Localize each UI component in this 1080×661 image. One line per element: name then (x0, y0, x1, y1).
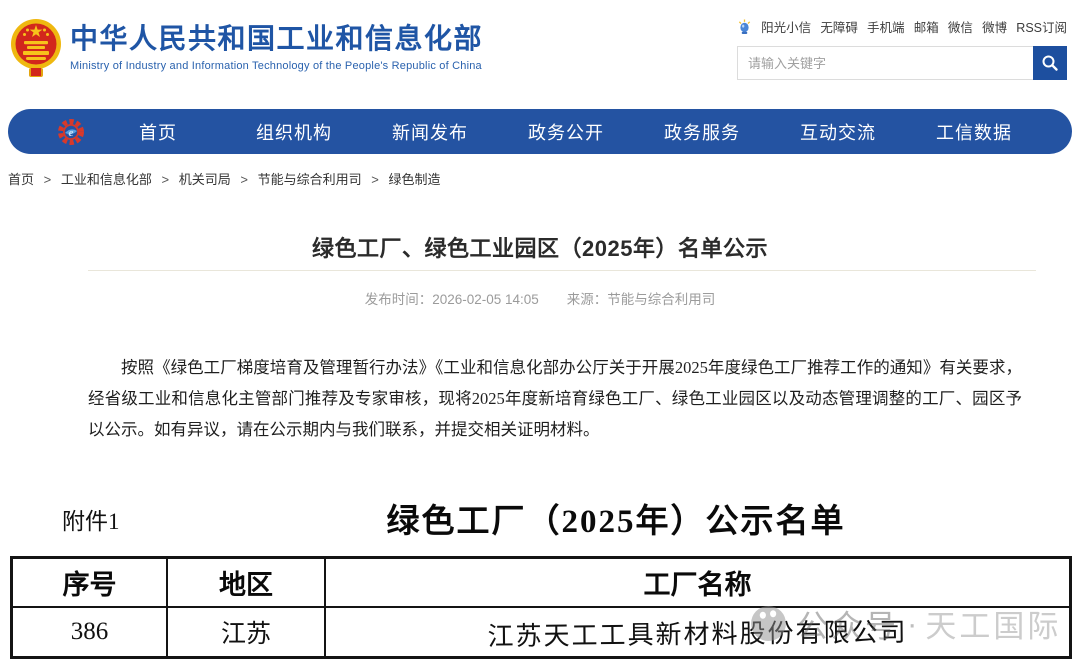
crumb-separator: > (162, 172, 170, 187)
svg-text:e: e (69, 127, 74, 139)
link-sunshine[interactable]: 阳光小信 (761, 17, 811, 36)
national-emblem-logo (10, 17, 62, 79)
green-factory-table: 序号 地区 工厂名称 386 江苏 江苏天工工具新材料股份有限公司 (10, 556, 1072, 659)
title-divider (88, 270, 1036, 271)
table-cell-number: 386 (13, 608, 168, 656)
col-header-region: 地区 (168, 559, 326, 608)
nav-home[interactable]: 首页 (90, 119, 226, 145)
utility-links: 阳光小信 无障碍 手机端 邮箱 微信 微博 RSS订阅 (737, 17, 1067, 36)
search-box (737, 46, 1067, 80)
source-value: 节能与综合利用司 (607, 292, 715, 307)
nav-organization[interactable]: 组织机构 (226, 119, 362, 145)
nav-gov-services[interactable]: 政务服务 (634, 119, 770, 145)
nav-news[interactable]: 新闻发布 (362, 119, 498, 145)
main-nav: e 首页 组织机构 新闻发布 政务公开 政务服务 互动交流 工信数据 (8, 109, 1072, 154)
link-mobile[interactable]: 手机端 (867, 17, 905, 36)
nav-data[interactable]: 工信数据 (906, 119, 1042, 145)
page: 中华人民共和国工业和信息化部 Ministry of Industry and … (0, 0, 1080, 661)
search-button[interactable] (1033, 46, 1067, 80)
crumb-separator: > (44, 172, 52, 187)
crumb-green-manufacturing[interactable]: 绿色制造 (388, 172, 440, 187)
search-icon (1041, 54, 1059, 72)
crumb-energy-dept[interactable]: 节能与综合利用司 (258, 172, 362, 187)
breadcrumb: 首页 > 工业和信息化部 > 机关司局 > 节能与综合利用司 > 绿色制造 (8, 169, 440, 188)
table-cell-region: 江苏 (168, 608, 326, 656)
nav-items: 首页 组织机构 新闻发布 政务公开 政务服务 互动交流 工信数据 (90, 119, 1042, 145)
link-weibo[interactable]: 微博 (982, 17, 1007, 36)
crumb-separator: > (240, 172, 248, 187)
link-wechat[interactable]: 微信 (948, 17, 973, 36)
source-label: 来源： (567, 292, 608, 307)
nav-gov-disclosure[interactable]: 政务公开 (498, 119, 634, 145)
col-header-number: 序号 (13, 559, 168, 608)
crumb-departments[interactable]: 机关司局 (179, 172, 231, 187)
site-title: 中华人民共和国工业和信息化部 (70, 24, 483, 54)
crumb-home[interactable]: 首页 (8, 172, 34, 187)
link-accessibility[interactable]: 无障碍 (820, 17, 858, 36)
col-header-factory-name: 工厂名称 (326, 559, 1069, 608)
crumb-miit[interactable]: 工业和信息化部 (61, 172, 152, 187)
article-title: 绿色工厂、绿色工业园区（2025年）名单公示 (0, 231, 1080, 263)
miit-gear-logo-icon: e (56, 117, 86, 147)
nav-interaction[interactable]: 互动交流 (770, 119, 906, 145)
table-cell-factory-name: 江苏天工工具新材料股份有限公司 (326, 604, 1069, 660)
sunshine-mascot-icon (737, 19, 752, 35)
article-paragraph: 按照《绿色工厂梯度培育及管理暂行办法》《工业和信息化部办公厅关于开展2025年度… (88, 352, 1022, 445)
attachment-label: 附件1 (62, 502, 120, 536)
publish-time-value: 2026-02-05 14:05 (432, 292, 539, 307)
attachment-title: 绿色工厂（2025年）公示名单 (160, 494, 1072, 542)
article-meta: 发布时间：2026-02-05 14:05 来源：节能与综合利用司 (0, 288, 1080, 308)
search-input[interactable] (737, 46, 1033, 80)
link-mailbox[interactable]: 邮箱 (914, 17, 939, 36)
link-rss[interactable]: RSS订阅 (1016, 17, 1067, 36)
crumb-separator: > (371, 172, 379, 187)
site-subtitle: Ministry of Industry and Information Tec… (70, 60, 483, 72)
site-brand: 中华人民共和国工业和信息化部 Ministry of Industry and … (70, 24, 483, 72)
publish-time-label: 发布时间： (365, 292, 433, 307)
